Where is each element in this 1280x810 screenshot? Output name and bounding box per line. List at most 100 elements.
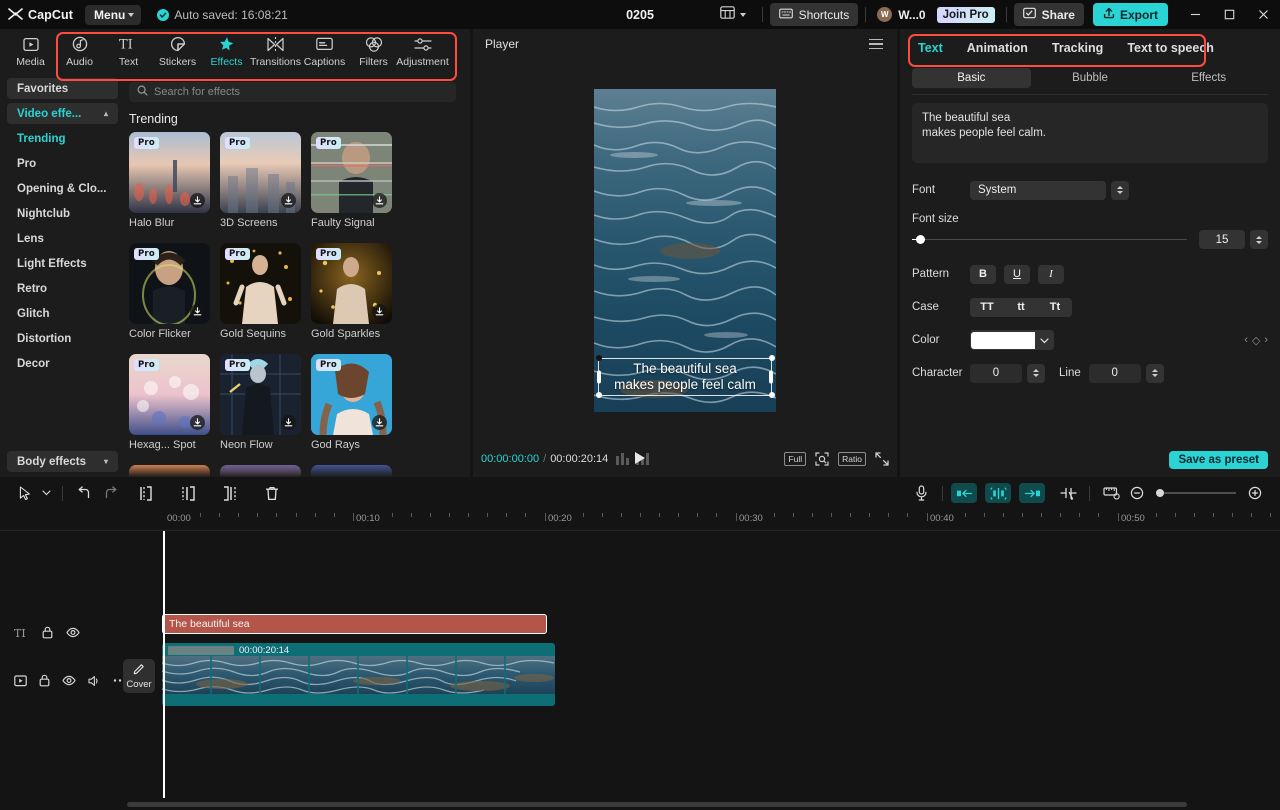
- zoom-fit-icon[interactable]: [815, 452, 829, 466]
- volume-icon[interactable]: [88, 675, 101, 687]
- trim-left-icon[interactable]: [175, 482, 201, 504]
- color-picker[interactable]: [970, 330, 1054, 350]
- play-button[interactable]: [634, 451, 647, 468]
- download-icon[interactable]: [281, 193, 296, 208]
- effect-card-god-rays[interactable]: Pro God Rays: [311, 354, 392, 451]
- effect-card-partial[interactable]: [220, 465, 301, 477]
- segment-basic[interactable]: Basic: [912, 68, 1031, 88]
- font-stepper[interactable]: [1111, 181, 1129, 200]
- effect-card-hexagon-spot[interactable]: Pro Hexag... Spot: [129, 354, 210, 451]
- delete-icon[interactable]: [259, 482, 285, 504]
- effect-card-partial[interactable]: [129, 465, 210, 477]
- tab-text-to-speech[interactable]: Text to speech: [1127, 41, 1214, 55]
- font-select[interactable]: System: [970, 181, 1106, 200]
- effect-card-halo-blur[interactable]: Pro Halo Blur: [129, 132, 210, 229]
- nav-tab-transitions[interactable]: Transitions: [251, 31, 300, 73]
- select-tool-icon[interactable]: [12, 482, 38, 504]
- download-icon[interactable]: [190, 304, 205, 319]
- font-size-stepper[interactable]: [1250, 230, 1268, 249]
- effect-card-gold-sparkles[interactable]: Pro Gold Sparkles: [311, 243, 392, 340]
- nav-tab-captions[interactable]: Captions: [300, 31, 349, 73]
- join-pro-button[interactable]: Join Pro: [937, 7, 995, 23]
- download-icon[interactable]: [190, 193, 205, 208]
- maximize-button[interactable]: [1212, 0, 1246, 29]
- search-bar[interactable]: [129, 82, 456, 102]
- resize-handle-bottom-right[interactable]: [769, 392, 775, 398]
- category-lens[interactable]: Lens: [7, 228, 118, 249]
- eye-icon[interactable]: [62, 675, 76, 686]
- tab-text[interactable]: Text: [918, 41, 943, 55]
- playhead[interactable]: [163, 531, 165, 798]
- menu-button[interactable]: Menu: [85, 5, 141, 25]
- nav-tab-audio[interactable]: Audio: [55, 31, 104, 73]
- nav-tab-media[interactable]: Media: [6, 31, 55, 73]
- video-preview[interactable]: The beautiful sea makes people feel calm: [594, 89, 776, 412]
- line-stepper[interactable]: [1146, 364, 1164, 383]
- video-clip[interactable]: 00:00:20:14: [162, 643, 555, 706]
- segment-bubble[interactable]: Bubble: [1031, 68, 1150, 88]
- underline-button[interactable]: U: [1004, 265, 1030, 284]
- category-decor[interactable]: Decor: [7, 353, 118, 374]
- resize-handle-top-right[interactable]: [769, 355, 775, 361]
- effect-card-neon-flow[interactable]: Pro Neon Flow: [220, 354, 301, 451]
- category-retro[interactable]: Retro: [7, 278, 118, 299]
- mic-icon[interactable]: [908, 482, 934, 504]
- zoom-in-icon[interactable]: [1242, 482, 1268, 504]
- eye-icon[interactable]: [66, 627, 80, 638]
- download-icon[interactable]: [372, 304, 387, 319]
- resize-handle-bottom-left[interactable]: [596, 392, 602, 398]
- search-input[interactable]: [154, 86, 448, 98]
- category-body-effects[interactable]: Body effects ▾: [7, 451, 118, 472]
- resize-handle-top-left[interactable]: [596, 355, 602, 361]
- share-button[interactable]: Share: [1014, 3, 1084, 26]
- category-trending[interactable]: Trending: [7, 128, 118, 149]
- font-size-slider[interactable]: [912, 233, 1187, 247]
- category-pro[interactable]: Pro: [7, 153, 118, 174]
- download-icon[interactable]: [372, 193, 387, 208]
- cover-button[interactable]: Cover: [123, 659, 155, 693]
- segment-effects[interactable]: Effects: [1149, 68, 1268, 88]
- line-spacing-value[interactable]: 0: [1089, 364, 1141, 383]
- lock-icon[interactable]: [42, 626, 53, 639]
- close-button[interactable]: [1246, 0, 1280, 29]
- category-light-effects[interactable]: Light Effects: [7, 253, 118, 274]
- character-spacing-value[interactable]: 0: [970, 364, 1022, 383]
- nav-tab-stickers[interactable]: Stickers: [153, 31, 202, 73]
- nav-tab-effects[interactable]: Effects: [202, 31, 251, 73]
- scrollbar-thumb[interactable]: [127, 802, 1187, 807]
- add-left-icon[interactable]: [951, 483, 977, 503]
- category-video-effects[interactable]: Video effe... ▴: [7, 103, 118, 124]
- category-favorites[interactable]: Favorites: [7, 78, 118, 99]
- slider-knob[interactable]: [1156, 489, 1164, 497]
- full-button[interactable]: Full: [784, 452, 806, 466]
- add-right-icon[interactable]: [1019, 483, 1045, 503]
- export-button[interactable]: Export: [1093, 3, 1168, 26]
- split-icon[interactable]: [133, 482, 159, 504]
- case-lowercase-button[interactable]: tt: [1004, 301, 1038, 313]
- measure-icon[interactable]: [1098, 482, 1124, 504]
- tab-tracking[interactable]: Tracking: [1052, 41, 1103, 55]
- download-icon[interactable]: [190, 415, 205, 430]
- slider-knob[interactable]: [916, 235, 925, 244]
- text-clip[interactable]: The beautiful sea: [162, 614, 547, 634]
- resize-handle-right[interactable]: [769, 370, 773, 383]
- ratio-button[interactable]: Ratio: [838, 452, 866, 466]
- redo-icon[interactable]: [97, 482, 123, 504]
- nav-tab-adjustment[interactable]: Adjustment: [398, 31, 447, 73]
- shortcuts-button[interactable]: Shortcuts: [770, 3, 859, 26]
- layout-button[interactable]: [711, 4, 755, 26]
- keyframe-next-icon[interactable]: ›: [1264, 334, 1268, 346]
- resize-handle-left[interactable]: [597, 370, 601, 383]
- text-overlay-box[interactable]: The beautiful sea makes people feel calm: [598, 358, 772, 396]
- effect-card-faulty-signal[interactable]: Pro Faulty Signal: [311, 132, 392, 229]
- timeline-scrollbar[interactable]: [0, 798, 1280, 810]
- text-content-input[interactable]: The beautiful sea makes people feel calm…: [912, 103, 1268, 163]
- player-menu-icon[interactable]: [869, 39, 883, 50]
- effect-card-color-flicker[interactable]: Pro Color Flicker: [129, 243, 210, 340]
- lock-icon[interactable]: [39, 674, 50, 687]
- timeline-ruler[interactable]: 00:00 00:10 00:20 00:30 00:40 00:50: [0, 509, 1280, 531]
- undo-icon[interactable]: [71, 482, 97, 504]
- zoom-slider[interactable]: [1156, 487, 1236, 499]
- category-glitch[interactable]: Glitch: [7, 303, 118, 324]
- character-stepper[interactable]: [1027, 364, 1045, 383]
